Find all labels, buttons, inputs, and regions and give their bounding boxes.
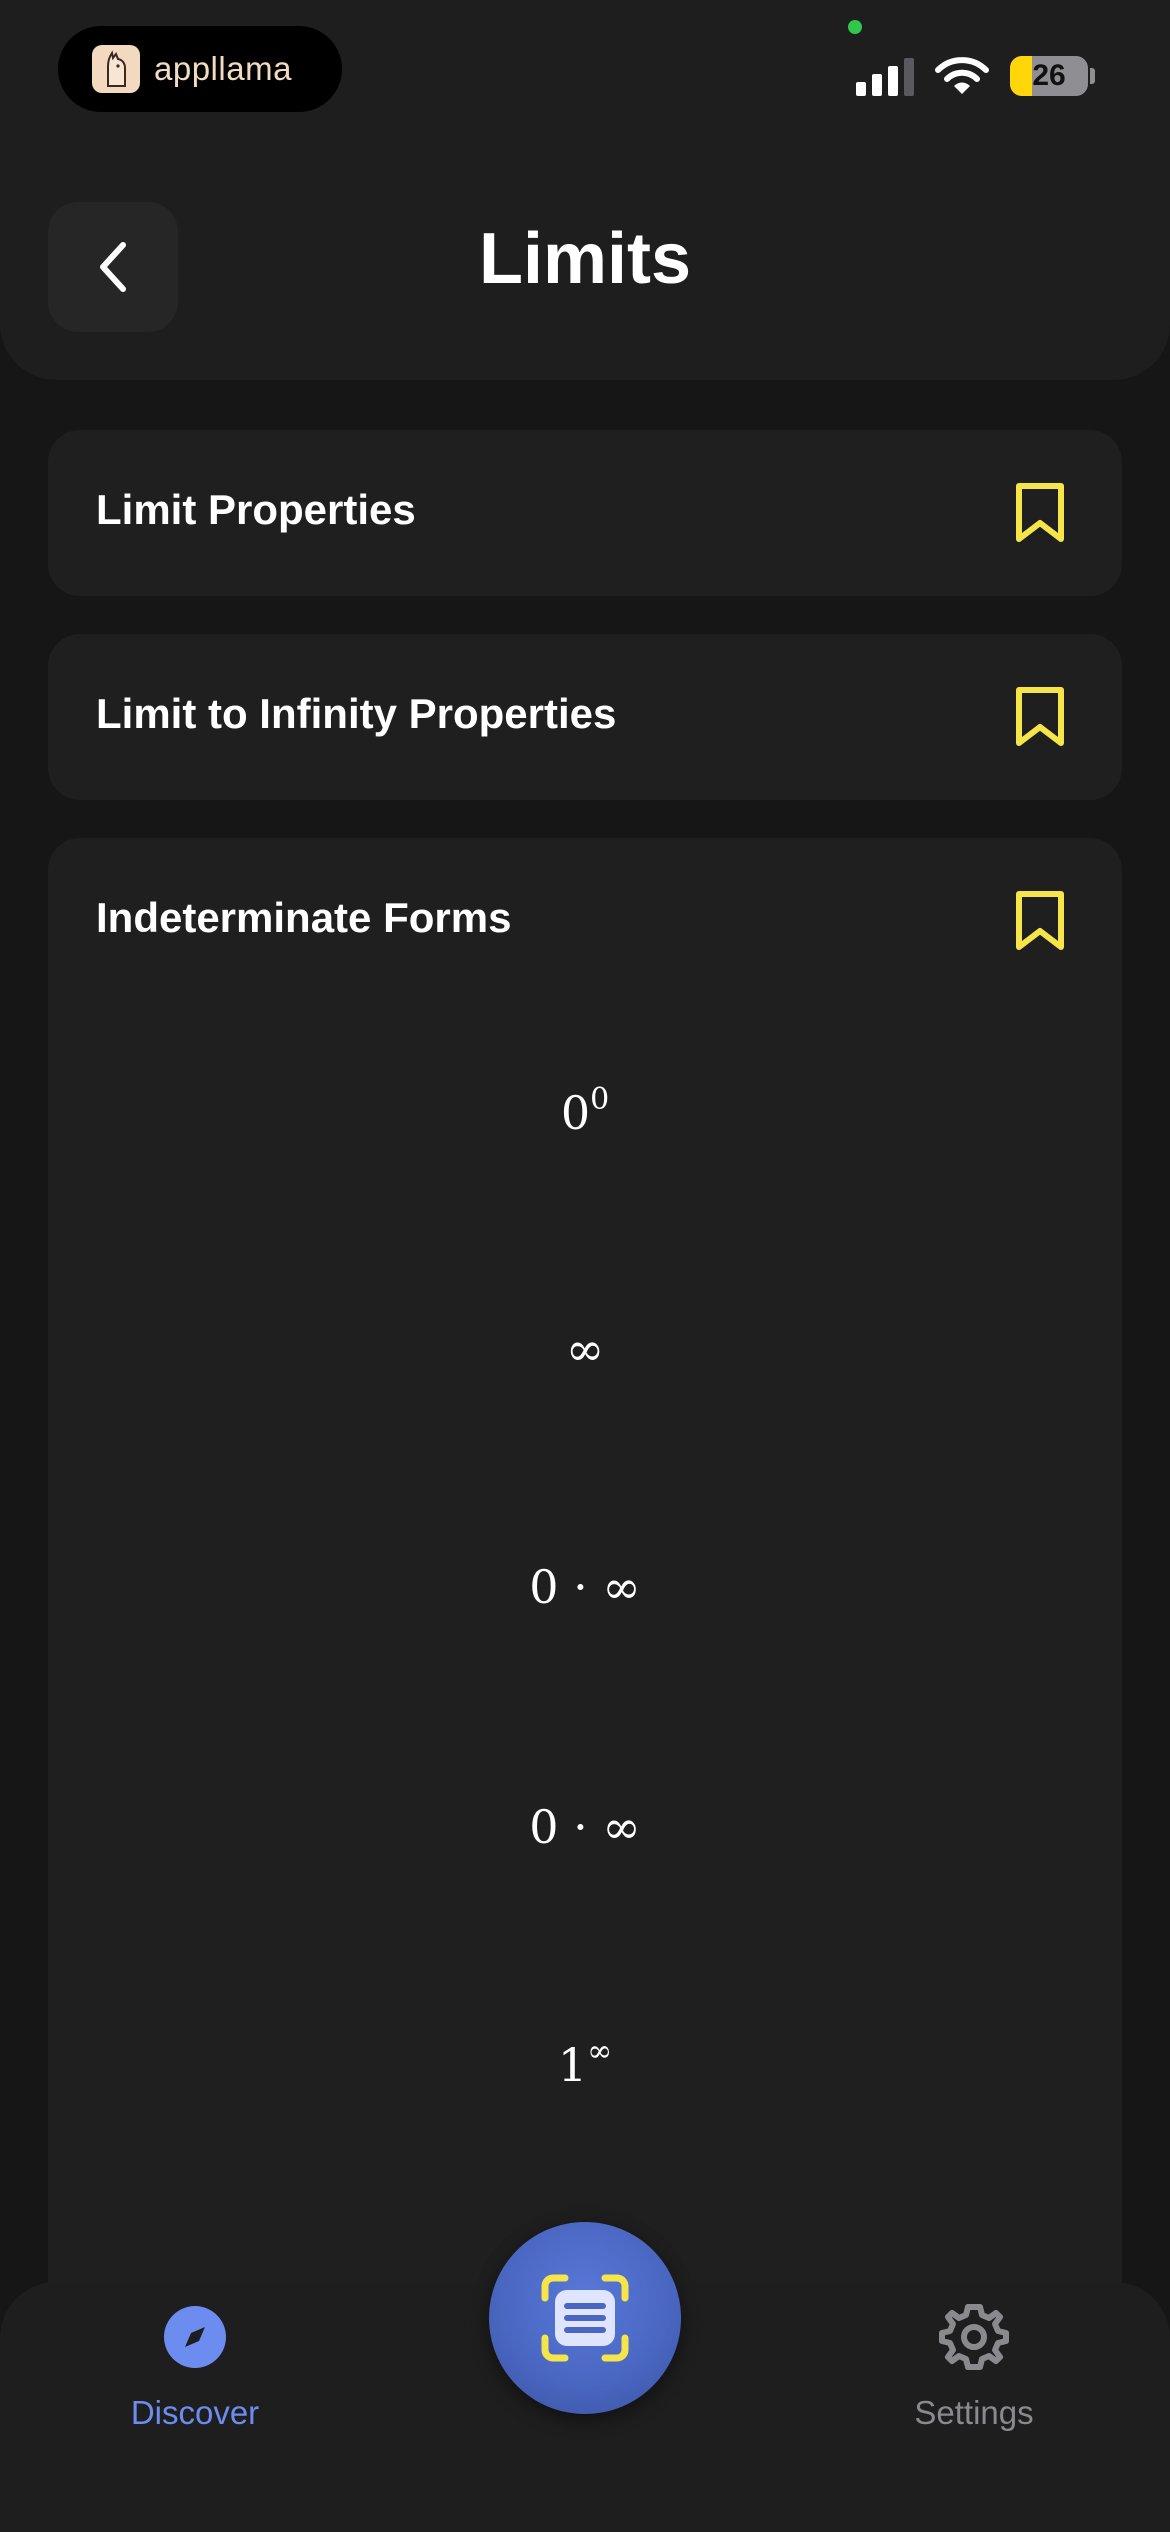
- app-indicator-pill[interactable]: appllama: [58, 26, 342, 112]
- form-base: 0 · ∞: [529, 1560, 641, 1614]
- nav-settings-label: Settings: [914, 2394, 1034, 2431]
- card-title: Limit Properties: [96, 486, 416, 533]
- indeterminate-form: 1∞: [48, 2034, 1122, 2092]
- indeterminate-form: 0 · ∞: [48, 1560, 1122, 1614]
- cellular-signal-icon: [856, 56, 914, 96]
- card-limit-properties[interactable]: Limit Properties: [48, 430, 1122, 596]
- compass-icon: [164, 2306, 226, 2368]
- battery-icon: 26: [1010, 56, 1088, 96]
- indeterminate-form: 00: [48, 1082, 1122, 1140]
- scan-button[interactable]: [489, 2222, 681, 2414]
- bookmark-icon[interactable]: [1014, 482, 1066, 549]
- card-title: Limit to Infinity Properties: [96, 690, 617, 737]
- scan-document-icon: [541, 2274, 629, 2362]
- card-limit-to-infinity-properties[interactable]: Limit to Infinity Properties: [48, 634, 1122, 800]
- battery-tip: [1090, 68, 1095, 84]
- wifi-icon: [934, 56, 990, 101]
- indeterminate-form: 0 · ∞: [48, 1800, 1122, 1854]
- form-base: 0 · ∞: [529, 1800, 641, 1854]
- indeterminate-form: ∞: [48, 1322, 1122, 1376]
- form-base: ∞: [565, 1322, 605, 1376]
- page-title: Limits: [478, 219, 692, 299]
- card-title: Indeterminate Forms: [96, 894, 512, 941]
- status-bar: appllama 26: [0, 0, 1170, 150]
- bookmark-icon[interactable]: [1014, 890, 1066, 957]
- form-base: 1: [557, 2038, 588, 2092]
- app-name: appllama: [154, 50, 292, 87]
- gear-icon: [939, 2304, 1009, 2370]
- form-exponent: ∞: [587, 2034, 613, 2069]
- form-exponent: 0: [590, 1082, 610, 1117]
- battery-level: 26: [1032, 59, 1066, 92]
- screen: appllama 26 Limits Limit Properties Limi…: [0, 0, 1170, 2532]
- nav-settings[interactable]: Settings: [874, 2302, 1074, 2432]
- bookmark-icon[interactable]: [1014, 686, 1066, 753]
- llama-logo-icon: [92, 45, 140, 93]
- camera-in-use-dot: [848, 20, 862, 34]
- nav-discover[interactable]: Discover: [95, 2302, 295, 2432]
- nav-discover-label: Discover: [130, 2394, 260, 2431]
- form-base: 0: [560, 1086, 591, 1140]
